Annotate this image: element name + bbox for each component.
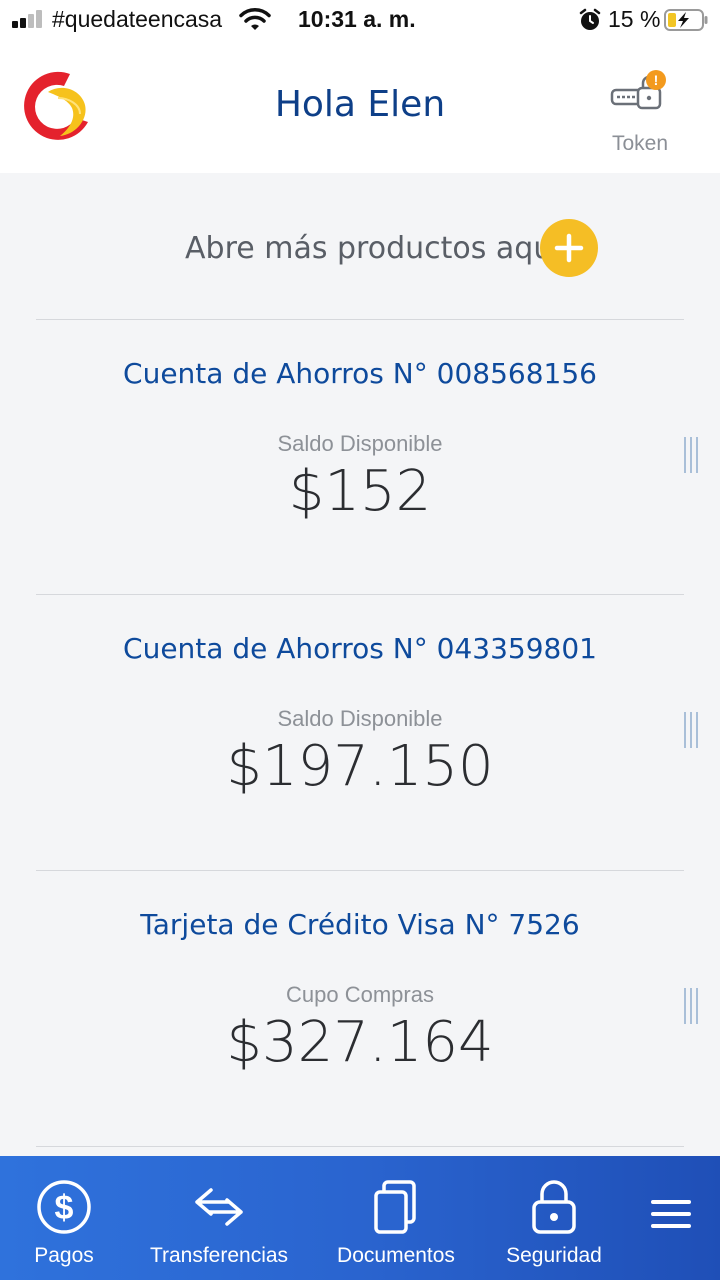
menu-icon [651,1200,691,1228]
product-balance-caption: Saldo Disponible [277,706,443,731]
cellular-signal-icon [12,10,46,28]
token-button[interactable]: ! Token [600,70,680,162]
nav-label: Transferencias [149,1244,289,1267]
wifi-icon [239,8,271,30]
bottom-navigation: $ Pagos Transferencias Documentos Seguri… [0,1156,720,1280]
status-bar: #quedateencasa 10:31 a. m. 15 % [0,0,720,40]
product-balance-amount: $327.164 [226,1010,494,1075]
nav-seguridad[interactable]: Seguridad [498,1156,610,1280]
nav-documentos[interactable]: Documentos [330,1156,462,1280]
app-header: Hola Elen ! Token [0,40,720,173]
product-balance-amount: $152 [288,459,432,524]
transfer-arrows-icon [195,1188,243,1226]
product-balance-amount: $197.150 [226,734,494,799]
open-more-label: Abre más productos aquí [185,231,561,266]
products-list: Abre más productos aquí Cuenta de Ahorro… [0,173,720,1156]
alarm-clock-icon [579,8,601,30]
token-label: Token [611,132,669,155]
product-balance-caption: Saldo Disponible [277,431,443,456]
product-title[interactable]: Cuenta de Ahorros N° 008568156 [0,357,720,390]
carrier-name: #quedateencasa [52,6,223,32]
nav-menu[interactable] [636,1156,706,1280]
padlock-icon [532,1180,576,1234]
add-product-button[interactable] [540,219,598,277]
plus-icon [554,233,584,263]
svg-text:$: $ [55,1189,74,1227]
open-more-products[interactable]: Abre más productos aquí [0,215,720,279]
product-balance-caption: Cupo Compras [286,982,434,1007]
product-card[interactable]: Cuenta de Ahorros N° 043359801 Saldo Dis… [0,594,720,869]
nav-pagos[interactable]: $ Pagos [14,1156,114,1280]
battery-charging-icon [664,9,708,31]
token-alert-badge: ! [654,72,659,88]
clock-time: 10:31 a. m. [298,6,416,32]
drag-handle-icon[interactable] [682,712,700,748]
nav-transferencias[interactable]: Transferencias [144,1156,294,1280]
nav-label: Pagos [34,1244,94,1267]
drag-handle-icon[interactable] [682,437,700,473]
product-card[interactable]: Cuenta de Ahorros N° 008568156 Saldo Dis… [0,319,720,594]
product-card[interactable]: Tarjeta de Crédito Visa N° 7526 Cupo Com… [0,870,720,1145]
divider [36,1146,684,1147]
product-title[interactable]: Cuenta de Ahorros N° 043359801 [0,632,720,665]
documents-icon [374,1180,416,1234]
product-title[interactable]: Tarjeta de Crédito Visa N° 7526 [0,908,720,941]
nav-label: Seguridad [506,1244,602,1267]
dollar-circle-icon: $ [37,1180,91,1234]
battery-percent: 15 % [608,6,661,32]
drag-handle-icon[interactable] [682,988,700,1024]
token-key-icon: ! [610,70,666,110]
nav-label: Documentos [337,1244,455,1267]
